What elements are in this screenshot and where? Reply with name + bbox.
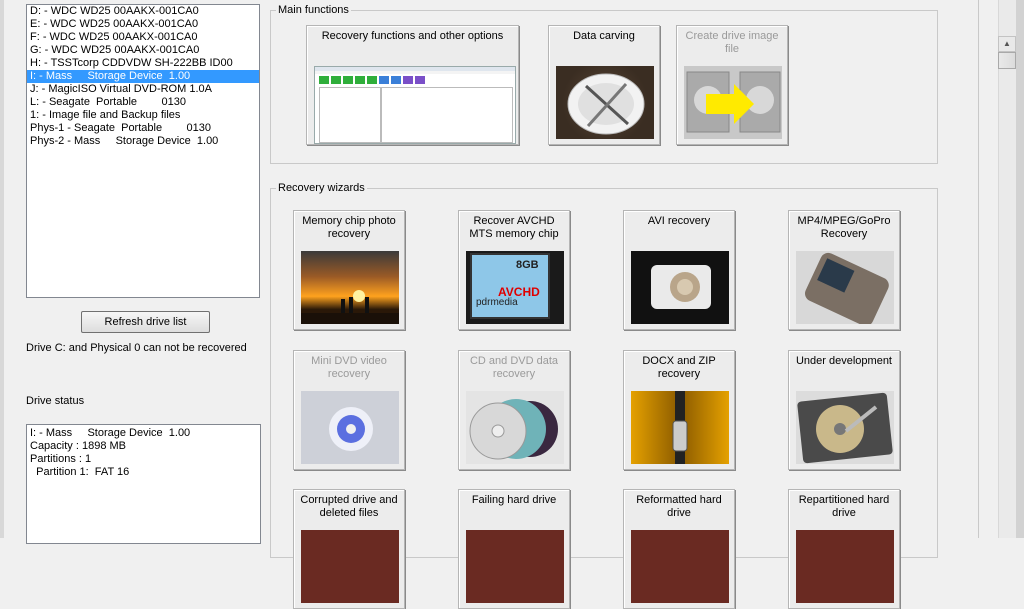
- app-screenshot-thumbnail: [314, 66, 516, 144]
- avchd-overlay-text: AVCHD: [498, 285, 540, 299]
- tile-label: Failing hard drive: [471, 494, 557, 506]
- cd-dvd-discs-icon: [466, 391, 564, 464]
- drive-list-item[interactable]: J: - MagicISO Virtual DVD-ROM 1.0A: [27, 83, 259, 96]
- tile-label: Repartitioned hard drive: [798, 494, 890, 519]
- tile-label: Memory chip photo recovery: [302, 215, 396, 240]
- drive-status-label: Drive status: [26, 395, 85, 407]
- tile-label: Reformatted hard drive: [636, 494, 722, 519]
- data-carving-button[interactable]: Data carving: [548, 25, 660, 145]
- failing-hard-drive-button[interactable]: Failing hard drive: [458, 489, 570, 609]
- status-line: Partition 1: FAT 16: [30, 466, 130, 478]
- hard-drive-icon: [631, 530, 729, 603]
- refresh-drive-list-button[interactable]: Refresh drive list: [81, 311, 210, 333]
- drive-list-item[interactable]: F: - WDC WD25 00AAKX-001CA0: [27, 31, 259, 44]
- tile-label: Data carving: [573, 30, 635, 42]
- drive-list-item[interactable]: E: - WDC WD25 00AAKX-001CA0: [27, 18, 259, 31]
- status-line: Capacity : 1898 MB: [30, 440, 126, 452]
- window-right-edge: [1016, 0, 1024, 538]
- tile-label: Create drive image file: [685, 30, 779, 55]
- tile-label: Mini DVD video recovery: [311, 355, 387, 380]
- drive-list-item[interactable]: 1: - Image file and Backup files: [27, 109, 259, 122]
- panel-divider: [978, 0, 979, 538]
- status-line: I: - Mass Storage Device 1.00: [30, 427, 191, 439]
- zipper-icon: [631, 391, 729, 464]
- scroll-up-arrow-icon[interactable]: ▲: [998, 36, 1016, 52]
- recover-avchd-mts-button[interactable]: Recover AVCHD MTS memory chip 8GB pdrmed…: [458, 210, 570, 330]
- drive-list-item[interactable]: L: - Seagate Portable 0130: [27, 96, 259, 109]
- tile-label: Corrupted drive and deleted files: [300, 494, 398, 519]
- create-drive-image-button[interactable]: Create drive image file: [676, 25, 788, 145]
- drive-list-item[interactable]: G: - WDC WD25 00AAKX-001CA0: [27, 44, 259, 57]
- scrollbar-thumb[interactable]: [998, 52, 1016, 69]
- drive-list-item[interactable]: I: - Mass Storage Device 1.00: [27, 70, 259, 83]
- drive-list-item[interactable]: Phys-1 - Seagate Portable 0130: [27, 122, 259, 135]
- hard-drive-icon: [466, 530, 564, 603]
- plate-cutlery-icon: [556, 66, 654, 139]
- tile-label: Recover AVCHD MTS memory chip: [469, 215, 559, 240]
- tile-label: AVI recovery: [647, 215, 711, 227]
- phone-icon: [796, 251, 894, 324]
- under-development-button[interactable]: Under development: [788, 350, 900, 470]
- repartitioned-hard-drive-button[interactable]: Repartitioned hard drive: [788, 489, 900, 609]
- recovery-functions-button[interactable]: Recovery functions and other options: [306, 25, 519, 145]
- tile-label: CD and DVD data recovery: [469, 355, 559, 380]
- drive-image-arrow-icon: [684, 66, 782, 139]
- tile-label: MP4/MPEG/GoPro Recovery: [797, 215, 891, 240]
- drive-list-item[interactable]: H: - TSSTcorp CDDVDW SH-222BB ID00: [27, 57, 259, 70]
- drive-list-item[interactable]: D: - WDC WD25 00AAKX-001CA0: [27, 5, 259, 18]
- sunset-photo-icon: [301, 251, 399, 324]
- hard-drive-icon: [301, 530, 399, 603]
- main-functions-title: Main functions: [276, 4, 351, 16]
- recovery-wizards-title: Recovery wizards: [276, 182, 367, 194]
- drive-list[interactable]: D: - WDC WD25 00AAKX-001CA0 E: - WDC WD25…: [26, 4, 260, 298]
- hard-drive-icon: [796, 530, 894, 603]
- corrupted-drive-button[interactable]: Corrupted drive and deleted files: [293, 489, 405, 609]
- mp4-mpeg-gopro-recovery-button[interactable]: MP4/MPEG/GoPro Recovery: [788, 210, 900, 330]
- drive-note-text: Drive C: and Physical 0 can not be recov…: [26, 342, 247, 354]
- sd-card-icon: 8GB pdrmedia AVCHD: [466, 251, 564, 324]
- mini-dvd-icon: [301, 391, 399, 464]
- sd-capacity-text: 8GB: [516, 259, 539, 271]
- status-line: Partitions : 1: [30, 453, 92, 465]
- camera-icon: [631, 251, 729, 324]
- docx-zip-recovery-button[interactable]: DOCX and ZIP recovery: [623, 350, 735, 470]
- avi-recovery-button[interactable]: AVI recovery: [623, 210, 735, 330]
- tile-label: Under development: [795, 355, 892, 367]
- drive-list-item[interactable]: Phys-2 - Mass Storage Device 1.00: [27, 135, 259, 148]
- reformatted-hard-drive-button[interactable]: Reformatted hard drive: [623, 489, 735, 609]
- vertical-scrollbar[interactable]: [998, 0, 1017, 538]
- window-left-edge: [0, 0, 4, 538]
- drive-status-box: I: - Mass Storage Device 1.00 Capacity :…: [26, 424, 261, 544]
- tile-label: Recovery functions and other options: [321, 30, 504, 42]
- hard-drive-icon: [796, 391, 894, 464]
- mini-dvd-video-recovery-button[interactable]: Mini DVD video recovery: [293, 350, 405, 470]
- memory-chip-photo-recovery-button[interactable]: Memory chip photo recovery: [293, 210, 405, 330]
- cd-dvd-data-recovery-button[interactable]: CD and DVD data recovery: [458, 350, 570, 470]
- tile-label: DOCX and ZIP recovery: [642, 355, 716, 380]
